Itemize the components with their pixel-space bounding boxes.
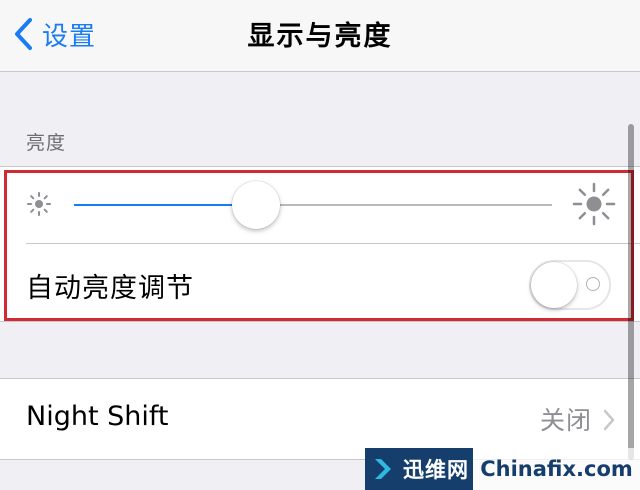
slider-track-empty [278,204,552,206]
watermark-domain-panel: Chinafix.com [473,448,640,490]
section-header-brightness: 亮度 [26,132,67,154]
slider-thumb[interactable] [232,181,280,229]
auto-brightness-toggle[interactable] [529,260,611,310]
brightness-group: 自动亮度调节 [0,166,640,322]
night-shift-label: Night Shift [26,401,169,432]
watermark-domain: Chinafix.com [480,457,633,481]
sun-small-icon [27,192,51,216]
chevron-right-icon [603,409,615,431]
slider-track-filled [74,204,234,206]
watermark-brand: 迅维网 [403,458,469,482]
brightness-slider-row [0,167,640,243]
watermark: 迅维网 Chinafix.com [365,448,640,490]
toggle-knob [531,262,577,308]
scroll-indicator[interactable] [628,124,634,460]
navigation-bar: 设置 显示与亮度 [0,0,640,72]
page-title: 显示与亮度 [247,21,393,52]
watermark-logo-icon [375,459,391,479]
toggle-off-indicator-icon [586,277,600,291]
auto-brightness-label: 自动亮度调节 [26,273,194,304]
brightness-slider[interactable] [74,181,552,229]
watermark-brand-panel: 迅维网 [365,448,473,490]
sun-large-icon [572,182,616,226]
auto-brightness-row: 自动亮度调节 [0,244,640,321]
night-shift-value: 关闭 [539,406,592,435]
